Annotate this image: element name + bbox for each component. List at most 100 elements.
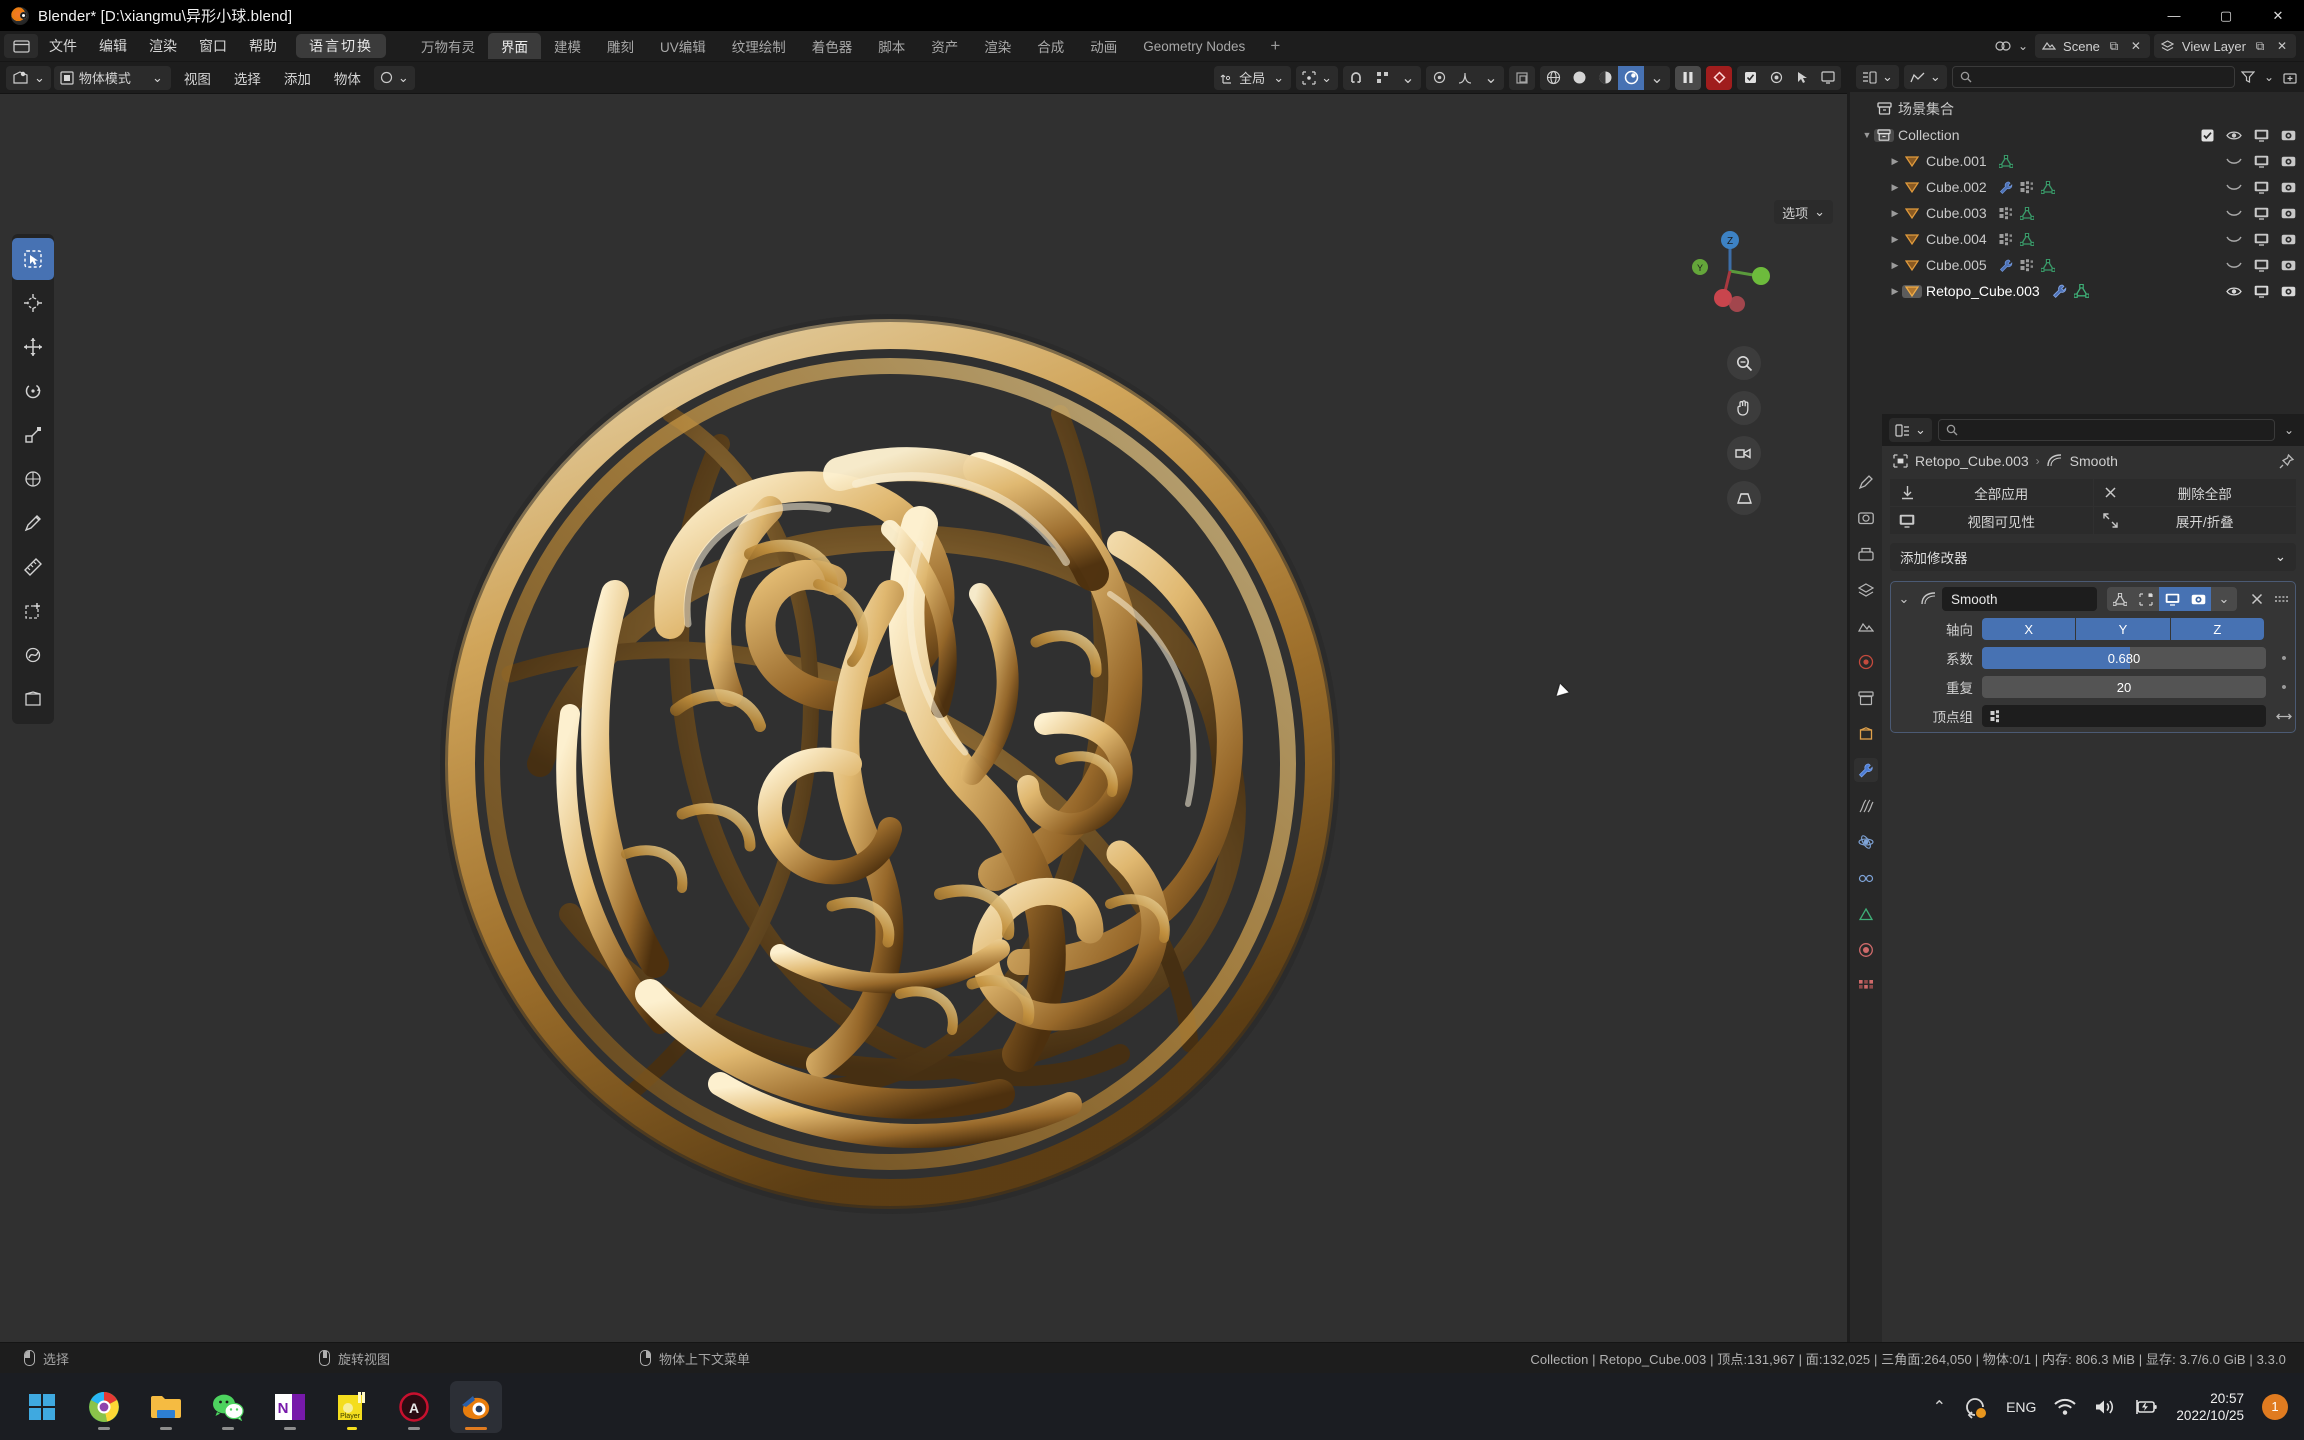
eye-closed-icon[interactable] [2226,183,2242,192]
chevron-down-icon[interactable]: ⌄ [1478,66,1504,90]
camera-render-icon[interactable] [2281,207,2296,220]
annotate-tool-button[interactable] [12,502,54,544]
camera-render-icon[interactable] [2281,181,2296,194]
viewport-options-dropdown[interactable]: 选项 ⌄ [1774,200,1833,224]
tab-texture[interactable] [1854,974,1878,998]
disclosure-triangle-icon[interactable]: ▶ [1888,156,1902,167]
chevron-down-icon[interactable]: ⌄ [1894,591,1914,607]
empty-placeholder-tool-button[interactable] [12,678,54,720]
viewport-3d[interactable]: ⌄ 物体模式 ⌄ 视图 选择 添加 物体 ⌄ 全局 ⌄ ⌄ ⌄ ⌄ ⌄ Z Y … [0,62,1847,1342]
collection-checkbox-icon[interactable] [2201,129,2214,142]
interaction-mode-selector[interactable]: 物体模式 ⌄ [53,65,171,90]
tab-scene[interactable] [1854,614,1878,638]
expand-collapse-button[interactable]: 展开/折叠 [2093,507,2296,534]
add-cube-tool-button[interactable] [12,590,54,632]
outliner-row-object[interactable]: ▶ Cube.001 [1850,148,2304,174]
modifier-icon[interactable] [1999,232,2013,246]
tab-particles[interactable] [1854,794,1878,818]
disclosure-triangle-icon[interactable]: ▶ [1888,208,1902,219]
viewport-menu-view[interactable]: 视图 [174,66,221,90]
view-layer-selector[interactable]: View Layer ⧉ ✕ [2153,34,2296,58]
on-cage-icon[interactable] [2107,587,2133,611]
outliner-search-input[interactable] [1951,66,2235,88]
tab-material[interactable] [1854,938,1878,962]
add-workspace-button[interactable]: + [1258,36,1292,56]
pin-icon[interactable] [2279,453,2294,469]
outliner-filter-icon[interactable] [2240,69,2256,85]
outliner-row-object[interactable]: ▶ Cube.005 [1850,252,2304,278]
eye-icon[interactable] [2226,286,2242,297]
workspace-tab-uv-editing[interactable]: UV编辑 [647,33,719,59]
tab-physics[interactable] [1854,830,1878,854]
disclosure-triangle-icon[interactable]: ▼ [1860,130,1874,140]
maximize-button[interactable]: ▢ [2200,0,2252,31]
tab-object-data[interactable] [1854,902,1878,926]
mesh-data-icon[interactable] [2040,180,2055,194]
object-type-filter[interactable]: ⌄ [373,65,415,90]
solid-shading-icon[interactable] [1566,66,1592,90]
tab-modifiers[interactable] [1854,758,1878,782]
workspace-tab-rendering[interactable]: 渲染 [971,33,1024,59]
axis-y-toggle[interactable]: Y [2076,618,2170,640]
vertex-group-field[interactable] [1982,705,2266,727]
monitor-icon[interactable] [2254,207,2269,220]
workspace-tab-compositing[interactable]: 合成 [1024,33,1077,59]
delete-all-button[interactable]: 删除全部 [2093,479,2296,506]
drag-handle-icon[interactable] [2271,594,2291,604]
viewport-menu-object[interactable]: 物体 [324,66,371,90]
chevron-down-icon[interactable]: ⌄ [2281,422,2297,438]
outliner-row-object[interactable]: ▶ Cube.002 [1850,174,2304,200]
wireframe-shading-icon[interactable] [1540,66,1566,90]
monitor-icon[interactable] [2254,181,2269,194]
modifier-icon[interactable] [2020,258,2034,272]
tray-language-indicator[interactable]: ENG [2006,1399,2036,1415]
disclosure-triangle-icon[interactable]: ▶ [1888,234,1902,245]
scale-tool-button[interactable] [12,414,54,456]
viewport-canvas[interactable]: Z Y 选项 ⌄ [0,94,1847,1342]
outliner-row-collection[interactable]: ▼ Collection [1850,122,2304,148]
modifier-icon[interactable] [1999,206,2013,220]
breadcrumb-modifier-name[interactable]: Smooth [2070,453,2118,469]
workspace-tab-layout[interactable]: 界面 [488,33,541,59]
viewport-visibility-button[interactable]: 视图可见性 [1890,507,2093,534]
properties-editor[interactable]: ⌄ ⌄ Retopo_Cube.003 › Smooth 全部应用 删除全部 视… [1850,414,2304,1342]
outliner-row-object[interactable]: ▶ Cube.003 [1850,200,2304,226]
factor-animate-dot-icon[interactable]: • [2276,650,2292,667]
workspace-tab-scripting[interactable]: 脚本 [865,33,918,59]
close-icon[interactable] [2247,593,2267,605]
start-button[interactable] [16,1381,68,1433]
rotate-tool-button[interactable] [12,370,54,412]
wrench-icon[interactable] [2052,284,2067,298]
new-view-layer-icon[interactable]: ⧉ [2252,38,2268,54]
eye-closed-icon[interactable] [2226,261,2242,270]
monitor-icon[interactable] [2254,129,2269,142]
checkbox-icon[interactable] [1737,66,1763,90]
workspace-tab-shading[interactable]: 着色器 [799,33,866,59]
wechat-app-icon[interactable] [202,1381,254,1433]
chevron-down-icon[interactable]: ⌄ [1644,66,1670,90]
transform-orientation-selector[interactable]: 全局 ⌄ [1214,65,1292,90]
eye-closed-icon[interactable] [2226,157,2242,166]
transform-tool-button[interactable] [12,458,54,500]
menu-render[interactable]: 渲染 [138,34,188,58]
editor-type-selector-viewport[interactable]: ⌄ [6,65,51,90]
camera-render-icon[interactable] [2281,155,2296,168]
scene-selector[interactable]: Scene ⧉ ✕ [2035,34,2150,58]
tab-constraints[interactable] [1854,866,1878,890]
taskbar-clock[interactable]: 20:57 2022/10/25 [2176,1390,2244,1424]
wrench-icon[interactable] [1999,259,2013,272]
outliner-new-collection-icon[interactable] [2282,69,2298,85]
menu-help[interactable]: 帮助 [238,34,288,58]
pivot-point-selector[interactable]: ⌄ [1296,65,1338,90]
disclosure-triangle-icon[interactable]: ▶ [1888,286,1902,297]
realtime-display-icon[interactable] [2159,587,2185,611]
outliner-row-object-active[interactable]: ▶ Retopo_Cube.003 [1850,278,2304,304]
properties-editor-type-selector[interactable]: ⌄ [1889,418,1932,442]
eye-closed-icon[interactable] [2226,235,2242,244]
axis-x-toggle[interactable]: X [1982,618,2076,640]
chevron-down-icon[interactable]: ⌄ [1395,66,1421,90]
workspace-tab-geometry-nodes[interactable]: Geometry Nodes [1130,33,1258,59]
battery-charging-icon[interactable] [2134,1399,2158,1415]
render-display-icon[interactable] [2185,587,2211,611]
file-explorer-app-icon[interactable] [140,1381,192,1433]
